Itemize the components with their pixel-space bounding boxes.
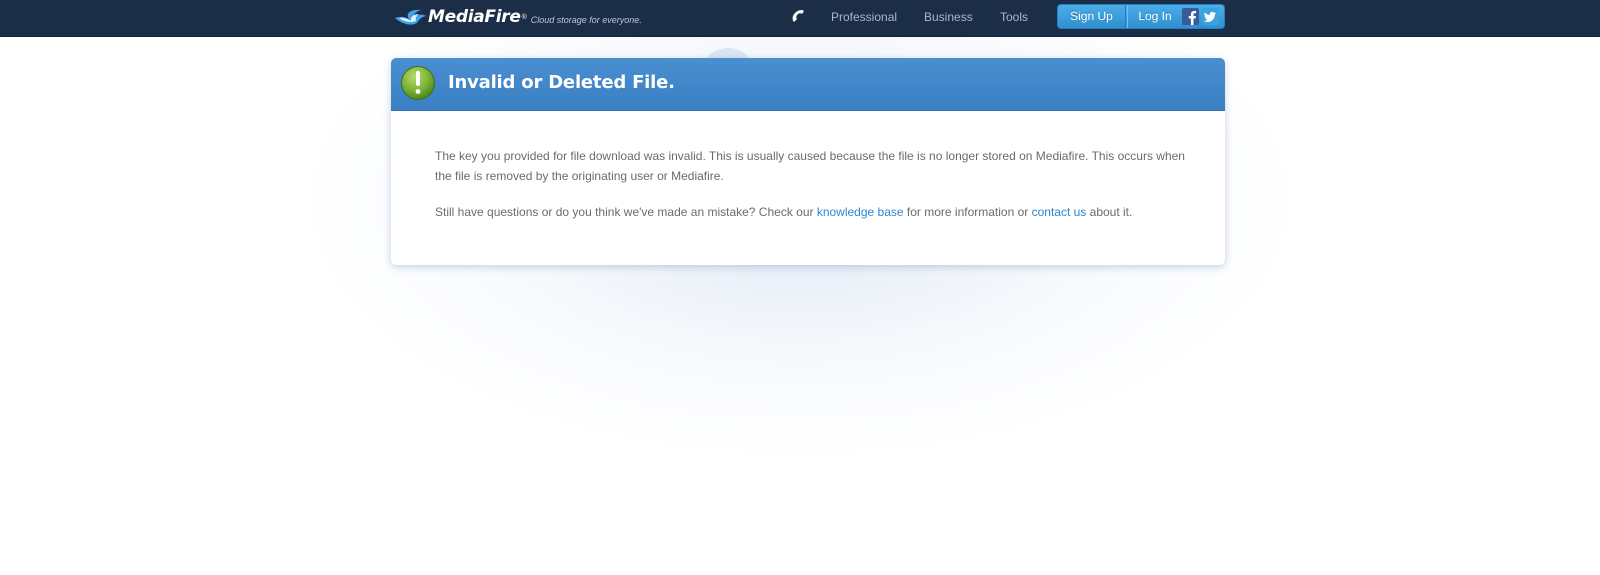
nav-professional-link[interactable]: Professional <box>831 10 897 24</box>
error-title: Invalid or Deleted File. <box>448 72 675 93</box>
exclamation-icon <box>401 66 435 100</box>
top-navigation-bar: MediaFire ® Cloud storage for everyone. P… <box>0 0 1600 37</box>
phone-icon[interactable] <box>790 8 806 24</box>
help-paragraph: Still have questions or do you think we'… <box>435 202 1195 222</box>
sign-up-button[interactable]: Sign Up <box>1058 5 1126 28</box>
logo-tagline: Cloud storage for everyone. <box>530 15 642 25</box>
flame-logo-icon <box>395 9 426 25</box>
nav-tools-link[interactable]: Tools <box>1000 10 1028 24</box>
facebook-icon[interactable] <box>1182 8 1199 25</box>
knowledge-base-link[interactable]: knowledge base <box>817 205 904 219</box>
help-text-middle: for more information or <box>903 205 1032 219</box>
auth-button-group: Sign Up Log In <box>1057 4 1225 29</box>
twitter-icon[interactable] <box>1202 8 1219 25</box>
top-navigation-inner: MediaFire ® Cloud storage for everyone. P… <box>390 0 1225 37</box>
error-card: Invalid or Deleted File. The key you pro… <box>391 58 1225 265</box>
logo-registered-mark: ® <box>521 13 527 21</box>
error-card-header: Invalid or Deleted File. <box>391 58 1225 111</box>
log-in-button[interactable]: Log In <box>1127 5 1182 28</box>
logo-wordmark: MediaFire <box>428 7 521 27</box>
nav-business-link[interactable]: Business <box>924 10 973 24</box>
error-message: The key you provided for file download w… <box>435 149 1185 183</box>
contact-us-link[interactable]: contact us <box>1032 205 1087 219</box>
help-text-before: Still have questions or do you think we'… <box>435 205 817 219</box>
help-text-after: about it. <box>1086 205 1133 219</box>
error-card-body: The key you provided for file download w… <box>435 146 1195 222</box>
mediafire-logo[interactable]: MediaFire ® Cloud storage for everyone. <box>393 5 642 29</box>
